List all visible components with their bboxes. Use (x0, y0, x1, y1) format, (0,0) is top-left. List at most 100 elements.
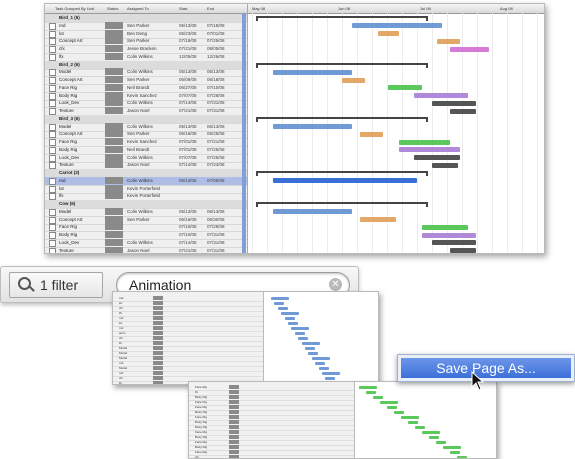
mini-status-cell (153, 356, 163, 360)
timeline-month: Aug 08 (500, 6, 513, 11)
status-cell[interactable] (105, 184, 123, 192)
task-bar[interactable] (421, 224, 468, 230)
task-bar[interactable] (360, 217, 396, 222)
timeline-gridline (252, 13, 253, 253)
status-cell[interactable] (105, 153, 123, 161)
task-name: cfx (59, 46, 65, 51)
status-cell[interactable] (105, 192, 123, 200)
status-cell[interactable] (105, 223, 123, 231)
scrollbar-thumb[interactable] (242, 13, 246, 253)
table-scrollbar[interactable] (242, 13, 246, 253)
assigned-to: Sen Parker (127, 216, 150, 222)
mini-row-label: anim (119, 331, 126, 335)
mini-status-cell (153, 316, 163, 320)
col-header-end[interactable]: End (207, 6, 214, 11)
status-cell[interactable] (105, 246, 123, 253)
mouse-pointer-icon (471, 371, 485, 391)
task-row[interactable]: Texture Jason Noel 07/21/08 07/31/08 (45, 246, 247, 253)
group-label: Bird_1 (5) (59, 15, 80, 20)
status-cell[interactable] (105, 37, 123, 45)
task-name: Face Rig (59, 139, 78, 144)
task-bar[interactable] (421, 232, 476, 238)
timeline-gridline (492, 13, 493, 253)
end-date: 07/28/08 (207, 92, 225, 98)
mini-table-b: Face Rig lfx Body Rig Face Rig Face Rig Body … (189, 382, 355, 458)
task-bar[interactable] (432, 100, 476, 106)
task-bar[interactable] (437, 38, 461, 44)
status-cell[interactable] (105, 99, 123, 107)
col-header-assigned[interactable]: Assigned To (127, 6, 149, 11)
timeline-month: Jul 08 (420, 6, 431, 11)
task-bar[interactable] (398, 139, 450, 145)
status-cell[interactable] (105, 215, 123, 223)
group-summary-bar[interactable] (256, 202, 428, 207)
task-bar[interactable] (342, 77, 366, 83)
mini-task-bar (443, 446, 461, 449)
timeline-gridline (417, 13, 418, 253)
mini-status-cell (229, 425, 239, 429)
task-bar[interactable] (450, 46, 489, 52)
status-cell[interactable] (105, 52, 123, 60)
status-cell[interactable] (105, 238, 123, 246)
col-header-status[interactable]: Status (107, 6, 118, 11)
status-cell[interactable] (105, 45, 123, 52)
clear-icon[interactable]: ✕ (329, 278, 342, 291)
task-bar[interactable] (432, 162, 458, 168)
task-bar[interactable] (272, 178, 417, 184)
mini-status-cell (153, 376, 163, 380)
task-bar[interactable] (398, 147, 461, 153)
start-date: 06/23/08 (179, 30, 197, 36)
timeline-month: Jun 08 (338, 6, 351, 11)
task-bar[interactable] (450, 248, 476, 253)
row-checkbox[interactable] (49, 247, 56, 253)
end-date: 06/13/08 (207, 123, 225, 129)
timeline-gridline (357, 13, 358, 253)
task-bar[interactable] (378, 31, 399, 36)
status-cell[interactable] (105, 91, 123, 99)
status-cell[interactable] (105, 138, 123, 145)
task-bar[interactable] (414, 155, 461, 160)
status-cell[interactable] (105, 107, 123, 114)
start-date: 07/14/08 (179, 162, 197, 168)
col-header-task[interactable]: Task Grouped By Unit (55, 6, 94, 11)
end-date: 06/18/08 (207, 77, 225, 82)
task-bar[interactable] (360, 131, 384, 137)
mini-status-cell (229, 400, 239, 404)
mini-status-cell (229, 405, 239, 409)
assigned-to: Colin Wilkins (127, 154, 153, 160)
task-bar[interactable] (272, 69, 353, 75)
group-summary-bar[interactable] (256, 62, 428, 68)
status-cell[interactable] (105, 29, 123, 37)
start-date: 05/13/08 (179, 208, 197, 214)
timeline-gridline (432, 13, 433, 253)
status-cell[interactable] (105, 176, 123, 184)
status-cell[interactable] (105, 130, 123, 138)
task-bar[interactable] (432, 240, 476, 246)
group-summary-bar[interactable] (256, 16, 428, 21)
status-cell[interactable] (105, 83, 123, 91)
task-bar[interactable] (352, 23, 443, 29)
mini-task-bar (281, 312, 300, 315)
status-cell[interactable] (105, 21, 123, 29)
task-bar[interactable] (450, 108, 476, 114)
menu-item-save-page-as[interactable]: Save Page As... (401, 358, 571, 378)
status-cell[interactable] (105, 231, 123, 238)
task-bar[interactable] (272, 124, 353, 129)
task-bar[interactable] (272, 209, 353, 215)
task-bar[interactable] (414, 93, 468, 98)
col-header-start[interactable]: Start (179, 6, 187, 11)
mini-task-bar (311, 357, 330, 360)
filter-button[interactable]: 1 filter (9, 272, 103, 298)
status-cell[interactable] (105, 207, 123, 215)
mini-row-label: lfx (195, 390, 198, 394)
group-summary-bar[interactable] (256, 116, 428, 122)
status-cell[interactable] (105, 145, 123, 153)
status-cell[interactable] (105, 122, 123, 130)
status-cell[interactable] (105, 76, 123, 83)
status-cell[interactable] (105, 68, 123, 76)
start-date: 06/13/08 (179, 22, 197, 28)
task-bar[interactable] (388, 85, 422, 91)
mini-task-bar (387, 406, 397, 409)
group-summary-bar[interactable] (256, 171, 428, 176)
status-cell[interactable] (105, 161, 123, 169)
